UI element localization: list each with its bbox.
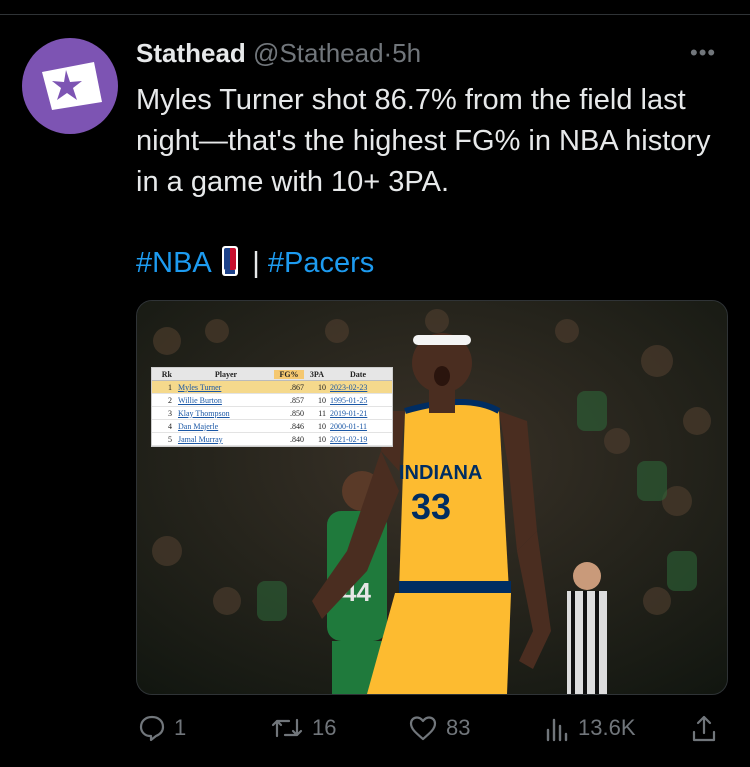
reply-button[interactable]: 1 xyxy=(138,714,186,742)
like-icon xyxy=(409,716,437,741)
cell-3pa: 10 xyxy=(318,382,326,392)
cell-player[interactable]: Willie Burton xyxy=(176,396,274,405)
action-bar: 1 16 83 13.6K xyxy=(0,700,750,760)
cell-3pa: 10 xyxy=(318,434,326,444)
cell-date[interactable]: 1995-01-25 xyxy=(328,396,390,405)
views-count: 13.6K xyxy=(578,715,636,740)
table-row: 1 Myles Turner .867 10 2023-02-23 xyxy=(152,381,392,394)
hashtag-nba[interactable]: #NBA xyxy=(136,247,210,279)
cell-date[interactable]: 2019-01-21 xyxy=(328,409,390,418)
table-header: Rk Player FG% 3PA Date xyxy=(152,368,392,381)
repost-count: 16 xyxy=(312,715,337,740)
table-row: 3 Klay Thompson .850 11 2019-01-21 xyxy=(152,407,392,420)
cell-player[interactable]: Jamal Murray xyxy=(176,435,274,444)
cell-player[interactable]: Klay Thompson xyxy=(176,409,274,418)
cell-rk: 1 xyxy=(168,382,172,392)
display-name[interactable]: Stathead xyxy=(136,38,246,68)
cell-date[interactable]: 2023-02-23 xyxy=(328,383,390,392)
views-icon xyxy=(546,718,568,742)
stathead-logo-icon xyxy=(42,62,102,110)
cell-date[interactable]: 2021-02-19 xyxy=(328,435,390,444)
reply-icon xyxy=(139,715,165,742)
table-row: 5 Jamal Murray .840 10 2021-02-19 xyxy=(152,433,392,446)
stats-table: Rk Player FG% 3PA Date 1 Myles Turner .8… xyxy=(151,367,393,447)
views-button[interactable]: 13.6K xyxy=(544,714,636,742)
time-separator: · xyxy=(383,38,393,68)
cell-player[interactable]: Dan Majerle xyxy=(176,422,274,431)
player-photo: 44 INDIANA 33 xyxy=(137,301,727,694)
header-rk[interactable]: Rk xyxy=(152,370,176,379)
cell-fg: .867 xyxy=(290,382,304,392)
like-count: 83 xyxy=(446,715,471,740)
repost-button[interactable]: 16 xyxy=(270,714,336,742)
cell-3pa: 11 xyxy=(318,408,326,418)
cell-fg: .850 xyxy=(290,408,304,418)
cell-rk: 4 xyxy=(168,421,172,431)
avatar[interactable] xyxy=(22,38,118,134)
cell-fg: .846 xyxy=(290,421,304,431)
cell-rk: 3 xyxy=(168,408,172,418)
header-date[interactable]: Date xyxy=(326,370,388,379)
nba-logo-icon xyxy=(222,246,239,276)
top-divider xyxy=(0,14,750,15)
reply-count: 1 xyxy=(174,715,187,740)
like-button[interactable]: 83 xyxy=(408,714,470,742)
table-row: 2 Willie Burton .857 10 1995-01-25 xyxy=(152,394,392,407)
post-media-image[interactable]: 44 INDIANA 33 Rk Player FG% 3PA Date 1 M… xyxy=(136,300,728,695)
tag-separator: | xyxy=(252,247,260,279)
post-time[interactable]: 5h xyxy=(392,38,421,68)
more-icon[interactable]: ••• xyxy=(690,40,716,66)
cell-rk: 5 xyxy=(168,434,172,444)
handle[interactable]: @Stathead xyxy=(253,38,383,68)
jersey-team: INDIANA xyxy=(399,462,482,484)
hashtags: #NBA | #Pacers xyxy=(136,243,374,283)
cell-fg: .857 xyxy=(290,395,304,405)
post-header: Stathead @Stathead·5h xyxy=(136,36,421,70)
repost-icon xyxy=(271,718,303,738)
table-row: 4 Dan Majerle .846 10 2000-01-11 xyxy=(152,420,392,433)
share-button[interactable] xyxy=(690,714,718,744)
cell-3pa: 10 xyxy=(318,421,326,431)
cell-3pa: 10 xyxy=(318,395,326,405)
jersey-number: 33 xyxy=(411,486,451,527)
share-icon xyxy=(692,715,716,742)
header-player[interactable]: Player xyxy=(176,370,274,379)
hashtag-pacers[interactable]: #Pacers xyxy=(268,247,374,279)
header-fg[interactable]: FG% xyxy=(274,369,304,379)
cell-date[interactable]: 2000-01-11 xyxy=(328,422,390,431)
cell-fg: .840 xyxy=(290,434,304,444)
cell-rk: 2 xyxy=(168,395,172,405)
post-text: Myles Turner shot 86.7% from the field l… xyxy=(136,84,711,198)
header-3pa[interactable]: 3PA xyxy=(304,370,326,379)
cell-player[interactable]: Myles Turner xyxy=(176,383,274,392)
